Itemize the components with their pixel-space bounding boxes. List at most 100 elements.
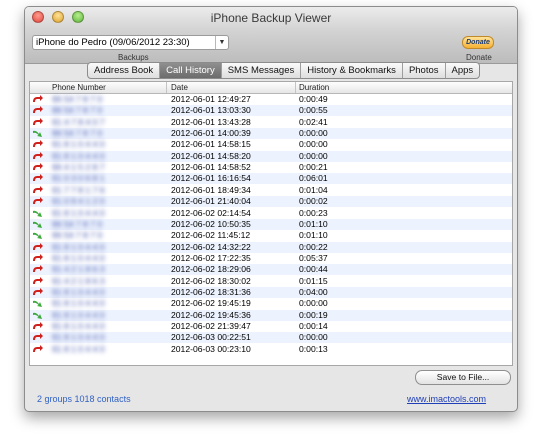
missed-call-icon — [33, 322, 43, 329]
column-header-phone-number[interactable]: Phone Number — [52, 82, 106, 93]
table-row[interactable]: 91 0 9 4 1 2 0 2012-06-01 21:40:04 0:00:02 — [30, 196, 512, 208]
missed-call-icon — [33, 197, 43, 205]
tab-history-bookmarks[interactable]: History & Bookmarks — [301, 63, 403, 78]
table-row[interactable]: 91 8 1 0 4 4 0 2012-06-03 00:23:10 0:00:13 — [30, 344, 512, 355]
table-row[interactable]: 91 8 1 0 4 4 0 2012-06-02 14:32:22 0:00:22 — [30, 241, 512, 253]
table-row[interactable]: 91 8 1 0 4 4 0 2012-06-03 00:22:51 0:00:00 — [30, 332, 512, 344]
phone-number-cell: 91 0 3 0 6 8 1 — [52, 173, 105, 184]
duration-cell: 0:00:22 — [299, 241, 328, 252]
table-row[interactable]: 96 54 7 8 7 0 2012-06-02 11:45:12 0:01:10 — [30, 230, 512, 241]
date-cell: 2012-06-03 00:22:51 — [171, 332, 251, 343]
duration-cell: 0:01:10 — [299, 230, 328, 241]
title-bar: iPhone Backup Viewer — [25, 7, 517, 29]
phone-number-cell: 91 8 1 0 4 4 0 — [52, 343, 105, 354]
table-row[interactable]: 96 54 7 8 7 0 2012-06-02 10:50:35 0:01:10 — [30, 218, 512, 230]
missed-call-icon — [33, 185, 43, 193]
table-row[interactable]: 96 54 7 8 7 0 2012-06-01 14:00:39 0:00:00 — [30, 128, 512, 140]
date-cell: 2012-06-01 14:58:20 — [171, 150, 251, 161]
table-row[interactable]: 96 54 7 8 7 0 2012-06-01 12:49:27 0:00:49 — [30, 94, 512, 105]
missed-call-icon — [33, 287, 43, 295]
column-header-duration[interactable]: Duration — [299, 82, 329, 93]
date-cell: 2012-06-02 21:39:47 — [171, 321, 251, 331]
duration-cell: 0:00:00 — [299, 128, 328, 139]
table-row[interactable]: 91 4 2 1 8 6 3 2012-06-02 18:30:02 0:01:15 — [30, 276, 512, 287]
donate-button[interactable]: Donate — [462, 36, 494, 49]
table-row[interactable]: 91 8 1 0 4 4 0 2012-06-02 17:22:35 0:05:37 — [30, 253, 512, 264]
duration-cell: 0:00:44 — [299, 264, 328, 275]
phone-number-cell: 91 8 1 0 4 4 0 — [52, 332, 105, 343]
table-row[interactable]: 91 4 7 8 4 0 7 2012-06-01 13:43:28 0:02:41 — [30, 117, 512, 128]
phone-number-cell: 96 54 7 8 7 0 — [52, 128, 103, 139]
call-history-table[interactable]: Phone Number Date Duration 96 54 7 8 7 0… — [29, 81, 513, 366]
duration-cell: 0:01:10 — [299, 218, 328, 229]
phone-number-cell: 91 8 1 0 4 4 0 — [52, 241, 105, 252]
missed-call-icon — [33, 163, 43, 171]
missed-call-icon — [33, 333, 43, 341]
duration-cell: 0:01:04 — [299, 184, 328, 195]
duration-cell: 0:00:21 — [299, 162, 328, 173]
table-row[interactable]: 91 8 1 0 4 4 0 2012-06-02 19:45:19 0:00:00 — [30, 298, 512, 309]
date-cell: 2012-06-02 19:45:19 — [171, 298, 251, 309]
phone-number-cell: 91 4 7 8 4 0 7 — [52, 116, 105, 127]
tab-sms-messages[interactable]: SMS Messages — [222, 63, 302, 78]
phone-number-cell: 91 0 9 4 1 2 0 — [52, 196, 105, 207]
missed-call-icon — [33, 276, 43, 284]
incoming-call-icon — [33, 301, 42, 308]
backups-label: Backups — [118, 53, 149, 62]
date-cell: 2012-06-02 18:29:06 — [171, 264, 251, 275]
tab-call-history[interactable]: Call History — [160, 63, 222, 78]
tab-apps[interactable]: Apps — [446, 63, 480, 78]
date-cell: 2012-06-02 19:45:36 — [171, 309, 251, 320]
date-cell: 2012-06-01 21:40:04 — [171, 196, 251, 207]
duration-cell: 0:00:23 — [299, 207, 328, 218]
column-header-date[interactable]: Date — [171, 82, 188, 93]
tab-address-book[interactable]: Address Book — [88, 63, 161, 78]
app-window: iPhone Backup Viewer iPhone do Pedro (09… — [24, 6, 518, 412]
table-row[interactable]: 91 8 1 0 4 4 0 2012-06-02 02:14:54 0:00:23 — [30, 208, 512, 219]
table-row[interactable]: 96 4 1 5 2 8 7 2012-06-01 14:58:52 0:00:21 — [30, 162, 512, 173]
tab-photos[interactable]: Photos — [403, 63, 446, 78]
chevron-down-icon: ▼ — [215, 36, 228, 49]
table-row[interactable]: 91 4 2 1 8 6 3 2012-06-02 18:29:06 0:00:44 — [30, 264, 512, 276]
phone-number-cell: 96 54 7 8 7 0 — [52, 230, 103, 241]
duration-cell: 0:00:00 — [299, 150, 328, 161]
table-row[interactable]: 91 7 7 8 1 7 6 2012-06-01 18:49:34 0:01:04 — [30, 185, 512, 196]
table-row[interactable]: 96 54 7 8 7 0 2012-06-01 13:03:30 0:00:55 — [30, 105, 512, 117]
date-cell: 2012-06-01 13:03:30 — [171, 105, 251, 116]
duration-cell: 0:00:49 — [299, 94, 328, 104]
table-row[interactable]: 91 8 1 0 4 4 0 2012-06-02 18:31:36 0:04:00 — [30, 286, 512, 298]
duration-cell: 0:02:41 — [299, 116, 328, 127]
table-header: Phone Number Date Duration — [30, 82, 512, 94]
date-cell: 2012-06-01 16:16:54 — [171, 173, 251, 184]
duration-cell: 0:01:15 — [299, 275, 328, 286]
date-cell: 2012-06-02 11:45:12 — [171, 230, 251, 241]
missed-call-icon — [33, 174, 43, 182]
duration-cell: 0:00:02 — [299, 196, 328, 207]
window-title: iPhone Backup Viewer — [210, 11, 332, 25]
table-row[interactable]: 91 8 1 0 4 4 0 2012-06-02 21:39:47 0:00:14 — [30, 321, 512, 332]
table-row[interactable]: 91 0 3 0 6 8 1 2012-06-01 16:16:54 0:06:01 — [30, 173, 512, 185]
backup-select[interactable]: iPhone do Pedro (09/06/2012 23:30) ▼ — [32, 35, 229, 50]
incoming-call-icon — [33, 210, 42, 217]
column-divider — [166, 82, 167, 93]
save-to-file-button[interactable]: Save to File... — [415, 370, 511, 385]
phone-number-cell: 96 54 7 8 7 0 — [52, 105, 103, 116]
duration-cell: 0:05:37 — [299, 252, 328, 263]
phone-number-cell: 91 4 2 1 8 6 3 — [52, 275, 105, 286]
phone-number-cell: 91 8 1 0 4 4 0 — [52, 207, 105, 218]
duration-cell: 0:00:13 — [299, 343, 328, 354]
date-cell: 2012-06-02 14:32:22 — [171, 241, 251, 252]
phone-number-cell: 91 8 1 0 4 4 0 — [52, 286, 105, 297]
date-cell: 2012-06-01 12:49:27 — [171, 94, 251, 104]
phone-number-cell: 91 4 2 1 8 6 3 — [52, 264, 105, 275]
date-cell: 2012-06-01 18:49:34 — [171, 184, 251, 195]
duration-cell: 0:00:00 — [299, 332, 328, 343]
table-row[interactable]: 91 8 1 0 4 4 0 2012-06-01 14:58:20 0:00:00 — [30, 150, 512, 162]
date-cell: 2012-06-02 02:14:54 — [171, 207, 251, 218]
duration-cell: 0:00:00 — [299, 139, 328, 150]
table-row[interactable]: 91 8 1 0 4 4 0 2012-06-02 19:45:36 0:00:19 — [30, 309, 512, 321]
website-link[interactable]: www.imactools.com — [407, 394, 486, 404]
table-row[interactable]: 91 8 1 0 4 4 0 2012-06-01 14:58:15 0:00:00 — [30, 139, 512, 150]
date-cell: 2012-06-01 13:43:28 — [171, 116, 251, 127]
duration-cell: 0:00:14 — [299, 321, 328, 331]
